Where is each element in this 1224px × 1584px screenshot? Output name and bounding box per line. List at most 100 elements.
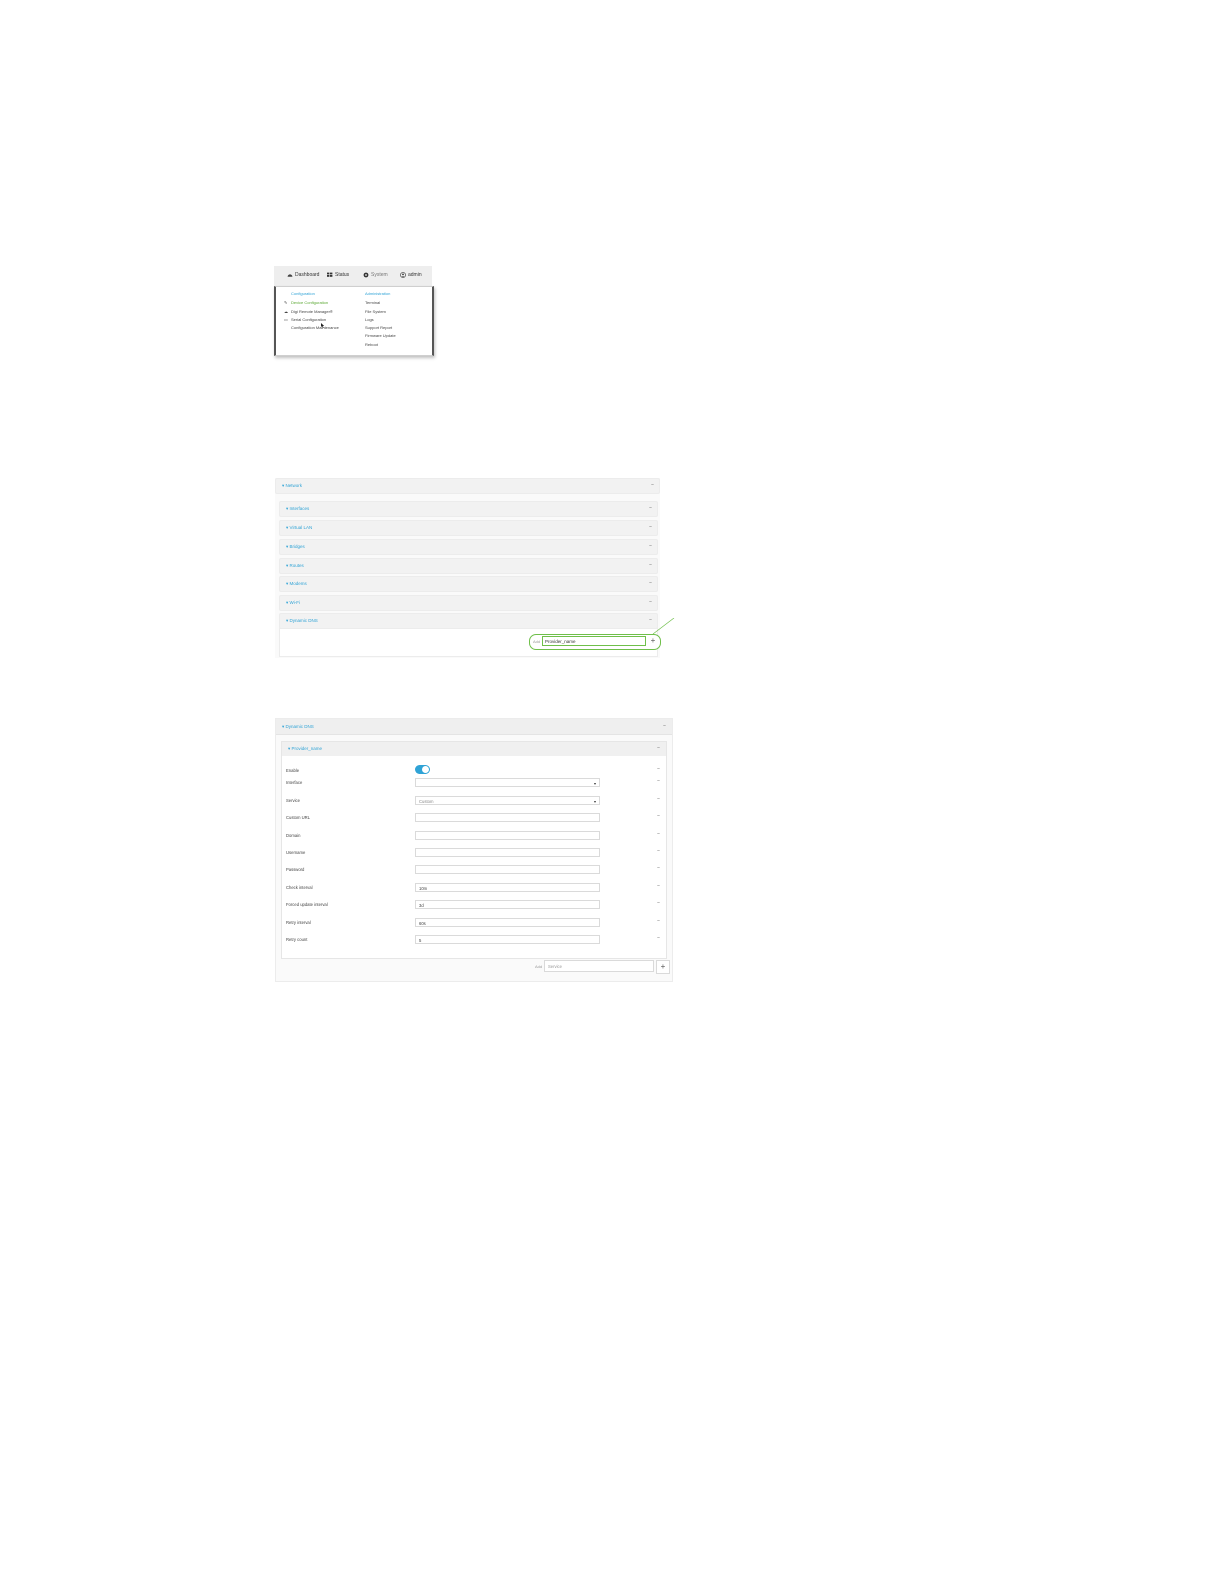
field-value: Custom: [419, 799, 434, 804]
menu-item-support-report[interactable]: Support Report: [365, 324, 396, 332]
section-interfaces[interactable]: ▾ Interfaces −: [279, 501, 658, 517]
expand-icon: ▾: [286, 544, 289, 549]
username-input[interactable]: [415, 848, 600, 857]
system-menu-screenshot: Dashboard Status System admin Configurat…: [274, 266, 434, 356]
field-label: Password: [286, 867, 305, 872]
forced-update-interval-input[interactable]: 3d: [415, 900, 600, 909]
field-password: Password −: [282, 865, 666, 876]
retry-interval-input[interactable]: 60s: [415, 918, 600, 927]
service-select[interactable]: Custom ▾: [415, 796, 600, 805]
collapse-icon[interactable]: −: [657, 778, 660, 784]
expand-icon: ▾: [286, 525, 289, 530]
add-plus-button[interactable]: +: [648, 636, 658, 646]
grid-icon: [327, 272, 333, 277]
password-input[interactable]: [415, 865, 600, 874]
menu-item-serial-configuration[interactable]: ▭ Serial Configuration: [284, 316, 339, 324]
nav-dashboard[interactable]: Dashboard: [287, 272, 319, 278]
collapse-icon[interactable]: −: [649, 524, 652, 530]
collapse-icon[interactable]: −: [657, 745, 660, 751]
nav-admin[interactable]: admin: [400, 272, 422, 278]
dynamic-dns-header[interactable]: ▾ Dynamic DNS −: [276, 719, 672, 735]
field-domain: Domain −: [282, 831, 666, 842]
section-dynamic-dns[interactable]: ▾ Dynamic DNS −: [279, 613, 658, 629]
section-label: Wi-Fi: [289, 600, 301, 605]
gear-icon: [363, 272, 369, 278]
field-label: Custom URL: [286, 815, 310, 820]
network-section-header[interactable]: ▾ Network −: [275, 478, 660, 494]
menu-item-firmware-update[interactable]: Firmware Update: [365, 332, 396, 340]
system-dropdown-menu: Configuration ✎ Device Configuration ☁ Dig…: [274, 286, 434, 356]
add-label: Add: [535, 964, 543, 969]
enable-toggle[interactable]: [415, 765, 430, 774]
custom-url-input[interactable]: [415, 813, 600, 822]
collapse-icon[interactable]: −: [649, 580, 652, 586]
dropdown-caret-icon: ▾: [593, 781, 596, 786]
collapse-icon[interactable]: −: [663, 723, 666, 729]
section-bridges[interactable]: ▾ Bridges −: [279, 539, 658, 555]
administration-header: Administration: [365, 291, 391, 296]
domain-input[interactable]: [415, 831, 600, 840]
section-virtual-lan[interactable]: ▾ Virtual LAN −: [279, 520, 658, 536]
nav-system[interactable]: System: [363, 272, 388, 278]
collapse-icon[interactable]: −: [657, 865, 660, 871]
collapse-icon[interactable]: −: [657, 918, 660, 924]
dynamic-dns-body: Add Provider_name +: [279, 628, 661, 657]
section-routes[interactable]: ▾ Routes −: [279, 558, 658, 574]
field-label: Retry interval: [286, 920, 311, 925]
field-retry-count: Retry count 5 −: [282, 935, 666, 946]
add-service-input[interactable]: Service: [544, 960, 654, 972]
collapse-icon[interactable]: −: [649, 562, 652, 568]
collapse-icon[interactable]: −: [657, 796, 660, 802]
nav-status[interactable]: Status: [327, 272, 349, 278]
menu-item-logs[interactable]: Logs: [365, 316, 396, 324]
expand-icon: ▾: [286, 618, 289, 623]
menu-item-terminal[interactable]: Terminal: [365, 299, 396, 307]
menu-item-label: Configuration Maintenance: [291, 325, 339, 331]
section-wifi[interactable]: ▾ Wi-Fi −: [279, 595, 658, 611]
section-label: Routes: [289, 563, 304, 568]
retry-count-input[interactable]: 5: [415, 935, 600, 944]
provider-name-input[interactable]: Provider_name: [542, 636, 646, 646]
field-service: Service Custom ▾ −: [282, 796, 666, 807]
top-navbar: Dashboard Status System admin: [274, 266, 432, 287]
section-modems[interactable]: ▾ Modems −: [279, 576, 658, 592]
collapse-icon[interactable]: −: [657, 848, 660, 854]
collapse-icon[interactable]: −: [657, 935, 660, 941]
menu-item-label: Digi Remote Manager®: [291, 308, 333, 314]
provider-header[interactable]: ▾ Provider_name −: [282, 742, 666, 756]
dropdown-caret-icon: ▾: [593, 799, 596, 804]
field-forced-update-interval: Forced update interval 3d −: [282, 900, 666, 911]
cloud-icon: ☁: [284, 308, 288, 314]
provider-panel: ▾ Provider_name − Enable − Interface ▾ −…: [281, 741, 667, 959]
check-interval-input[interactable]: 10m: [415, 883, 600, 892]
collapse-icon[interactable]: −: [649, 505, 652, 511]
collapse-icon[interactable]: −: [657, 766, 660, 772]
expand-icon: ▾: [286, 600, 289, 605]
menu-item-reboot[interactable]: Reboot: [365, 341, 396, 349]
collapse-icon[interactable]: −: [657, 900, 660, 906]
interface-select[interactable]: ▾: [415, 778, 600, 787]
dynamic-dns-title: Dynamic DNS: [285, 724, 314, 729]
provider-title: Provider_name: [291, 746, 323, 751]
expand-icon: ▾: [288, 746, 291, 751]
field-custom-url: Custom URL −: [282, 813, 666, 824]
collapse-icon[interactable]: −: [649, 599, 652, 605]
menu-item-device-configuration[interactable]: ✎ Device Configuration: [284, 299, 339, 307]
collapse-icon[interactable]: −: [657, 831, 660, 837]
menu-item-remote-manager[interactable]: ☁ Digi Remote Manager®: [284, 308, 339, 316]
menu-item-file-system[interactable]: File System: [365, 308, 396, 316]
collapse-icon[interactable]: −: [651, 482, 654, 488]
user-icon: [400, 272, 406, 278]
collapse-icon[interactable]: −: [657, 883, 660, 889]
collapse-icon[interactable]: −: [657, 813, 660, 819]
expand-icon: ▾: [286, 581, 289, 586]
add-service-button[interactable]: +: [656, 960, 670, 974]
mouse-pointer-icon: [321, 323, 325, 328]
menu-item-configuration-maintenance[interactable]: Configuration Maintenance: [284, 324, 339, 332]
dashboard-icon: [287, 274, 293, 277]
section-label: Dynamic DNS: [289, 618, 318, 623]
callout-line: [652, 618, 675, 635]
section-label: Interfaces: [289, 506, 310, 511]
field-check-interval: Check interval 10m −: [282, 883, 666, 894]
collapse-icon[interactable]: −: [649, 543, 652, 549]
